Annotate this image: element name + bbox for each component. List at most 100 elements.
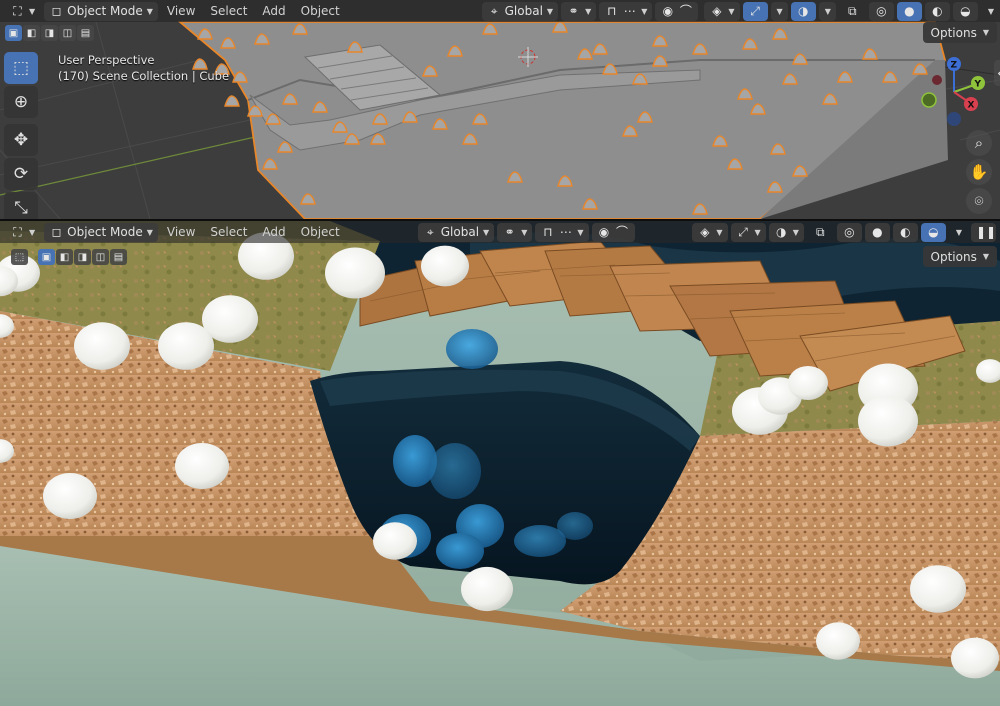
select-new-icon-bottom[interactable]: ▣: [38, 249, 55, 265]
shading-material-bottom[interactable]: ◐: [892, 222, 918, 242]
editor-type-button-top[interactable]: ⛶ ▼: [4, 2, 41, 21]
menu-add-top[interactable]: Add: [256, 4, 291, 18]
shading-solid-bottom[interactable]: ●: [864, 222, 890, 242]
bottom-viewport[interactable]: ▣ ◧ ◨ ◫ ▤ ⬚ Options ▼: [0, 221, 1000, 706]
camera-view-icon[interactable]: ⌾: [966, 188, 992, 214]
snap-magnet-icon: ⊓: [607, 3, 617, 18]
eye-icon: ◈: [712, 3, 722, 18]
gizmo-toggle-bottom[interactable]: ⤢ ▼: [730, 222, 766, 242]
shading-dropdown-top[interactable]: ▼: [981, 2, 1000, 21]
select-extend-icon-bottom[interactable]: ◧: [56, 249, 73, 265]
select-new-icon[interactable]: ▣: [5, 25, 22, 41]
pivot-point-dropdown-top[interactable]: ⚭ ▼: [561, 1, 597, 21]
collection-label: (170) Scene Collection | Cube: [58, 69, 230, 83]
gizmo-x-label: X: [968, 101, 975, 111]
visibility-dropdown-top[interactable]: ◈ ▼: [704, 1, 740, 21]
select-subtract-icon-bottom[interactable]: ◨: [74, 249, 91, 265]
object-mode-dropdown-bottom[interactable]: ◻ Object Mode ▼: [44, 222, 158, 242]
menu-view-bottom[interactable]: View: [161, 225, 201, 239]
top-viewport[interactable]: Z Y X User Perspective (170) Scene Colle…: [0, 0, 1000, 219]
rendered-shading-icon-bottom: ◒: [928, 224, 939, 239]
scale-tool-icon[interactable]: ⤡: [4, 192, 38, 219]
select-intersect-icon-bottom[interactable]: ▤: [110, 249, 127, 265]
select-difference-icon[interactable]: ◫: [59, 25, 76, 41]
gizmo-z-label: Z: [951, 61, 958, 71]
select-intersect-icon[interactable]: ▤: [77, 25, 94, 41]
xray-toggle-bottom[interactable]: ⧉: [807, 223, 834, 242]
pause-icon: ❚❚: [976, 224, 997, 239]
snap-magnet-icon-bottom: ⊓: [543, 224, 553, 239]
overlay-icon-bottom: ◑: [775, 224, 787, 239]
gizmo-icon-bottom: ⤢: [738, 224, 748, 239]
falloff-curve-icon-bottom: ⌒: [615, 224, 628, 239]
selection-mode-group-top: ▣ ◧ ◨ ◫ ▤: [5, 25, 94, 41]
overlay-dropdown-top[interactable]: ▼: [818, 1, 836, 21]
shading-material-top[interactable]: ◐: [924, 1, 950, 21]
pan-hand-icon[interactable]: ✋: [966, 159, 992, 185]
solid-shading-icon-bottom: ●: [872, 224, 883, 239]
wireframe-shading-icon: ◎: [876, 3, 887, 18]
sidebar-toggle-icon[interactable]: ‹: [994, 60, 1000, 86]
editor-type-button-bottom[interactable]: ⛶ ▼: [4, 223, 41, 242]
perspective-label: User Perspective: [58, 53, 155, 67]
gizmo-dropdown-top[interactable]: ▼: [770, 1, 788, 21]
proportional-edit-top[interactable]: ◉ ⌒: [655, 1, 699, 21]
rendered-shading-icon: ◒: [960, 3, 971, 18]
shading-wireframe-top[interactable]: ◎: [868, 1, 894, 21]
move-tool-icon[interactable]: ✥: [4, 124, 38, 156]
object-mode-dropdown-top[interactable]: ◻ Object Mode ▼: [44, 1, 158, 21]
menu-select-top[interactable]: Select: [204, 4, 253, 18]
options-button-top[interactable]: Options ▼: [922, 22, 997, 43]
select-extend-icon[interactable]: ◧: [23, 25, 40, 41]
cursor-tool-icon[interactable]: ⊕: [4, 86, 38, 118]
xray-toggle-top[interactable]: ⧉: [839, 2, 866, 21]
solid-shading-icon: ●: [904, 3, 915, 18]
visibility-dropdown-bottom[interactable]: ◈ ▼: [692, 222, 728, 242]
menu-add-bottom[interactable]: Add: [256, 225, 291, 239]
top-viewport-scene: Z Y X: [0, 0, 1000, 219]
wireframe-shading-icon-bottom: ◎: [844, 224, 855, 239]
falloff-curve-icon: ⌒: [679, 3, 692, 18]
snap-toggle-top[interactable]: ⊓ ⋯ ▼: [599, 1, 653, 21]
select-difference-icon-bottom[interactable]: ◫: [92, 249, 109, 265]
zoom-icon[interactable]: ⌕: [966, 130, 992, 156]
select-box-tool-icon-bottom[interactable]: ⬚: [11, 249, 28, 265]
overlay-toggle-top[interactable]: ◑: [790, 1, 816, 21]
rotate-tool-icon[interactable]: ⟳: [4, 158, 38, 190]
bottom-header: ⛶ ▼ ◻ Object Mode ▼ View Select Add Object …: [0, 221, 1000, 243]
snap-toggle-bottom[interactable]: ⊓ ⋯ ▼: [535, 222, 589, 242]
select-box-tool-icon[interactable]: ⬚: [4, 52, 38, 84]
object-mode-icon: ◻: [51, 3, 62, 18]
orientation-icon: ⌖: [490, 3, 498, 18]
shading-rendered-top[interactable]: ◒: [952, 1, 978, 21]
viewport-editor-icon-bottom: ⛶: [13, 224, 22, 239]
shading-dropdown-bottom[interactable]: ▼: [949, 223, 968, 242]
transform-orientation-dropdown-top[interactable]: ⌖ Global ▼: [481, 1, 559, 21]
gizmo-toggle-top[interactable]: ⤢: [742, 1, 768, 21]
material-shading-icon-bottom: ◐: [900, 224, 911, 239]
menu-object-bottom[interactable]: Object: [295, 225, 346, 239]
menu-select-bottom[interactable]: Select: [204, 225, 253, 239]
select-subtract-icon[interactable]: ◨: [41, 25, 58, 41]
overlay-icon: ◑: [797, 3, 809, 18]
object-mode-icon-bottom: ◻: [51, 224, 62, 239]
gizmo-y-label: Y: [974, 80, 982, 90]
menu-view-top[interactable]: View: [161, 4, 201, 18]
gizmo-icon: ⤢: [750, 3, 760, 18]
overlay-toggle-bottom[interactable]: ◑ ▼: [768, 222, 804, 242]
toolbar: ⬚ ⊕ ✥ ⟳ ⤡: [4, 52, 42, 219]
options-button-bottom[interactable]: Options ▼: [922, 246, 997, 267]
pause-render-button[interactable]: ❚❚: [971, 222, 997, 242]
pivot-icon: ⚭: [568, 3, 579, 18]
transform-orientation-dropdown-bottom[interactable]: ⌖ Global ▼: [417, 222, 495, 242]
proportional-edit-bottom[interactable]: ◉ ⌒: [591, 222, 635, 242]
shading-wireframe-bottom[interactable]: ◎: [836, 222, 862, 242]
pivot-icon-bottom: ⚭: [504, 224, 515, 239]
top-header: ⛶ ▼ ◻ Object Mode ▼ View Select Add Object …: [0, 0, 1000, 22]
snap-increment-icon: ⋯: [623, 3, 636, 18]
pivot-point-dropdown-bottom[interactable]: ⚭ ▼: [497, 222, 533, 242]
shading-rendered-bottom[interactable]: ◒: [920, 222, 946, 242]
rendered-scene: [0, 221, 1000, 706]
menu-object-top[interactable]: Object: [295, 4, 346, 18]
shading-solid-top[interactable]: ●: [896, 1, 922, 21]
